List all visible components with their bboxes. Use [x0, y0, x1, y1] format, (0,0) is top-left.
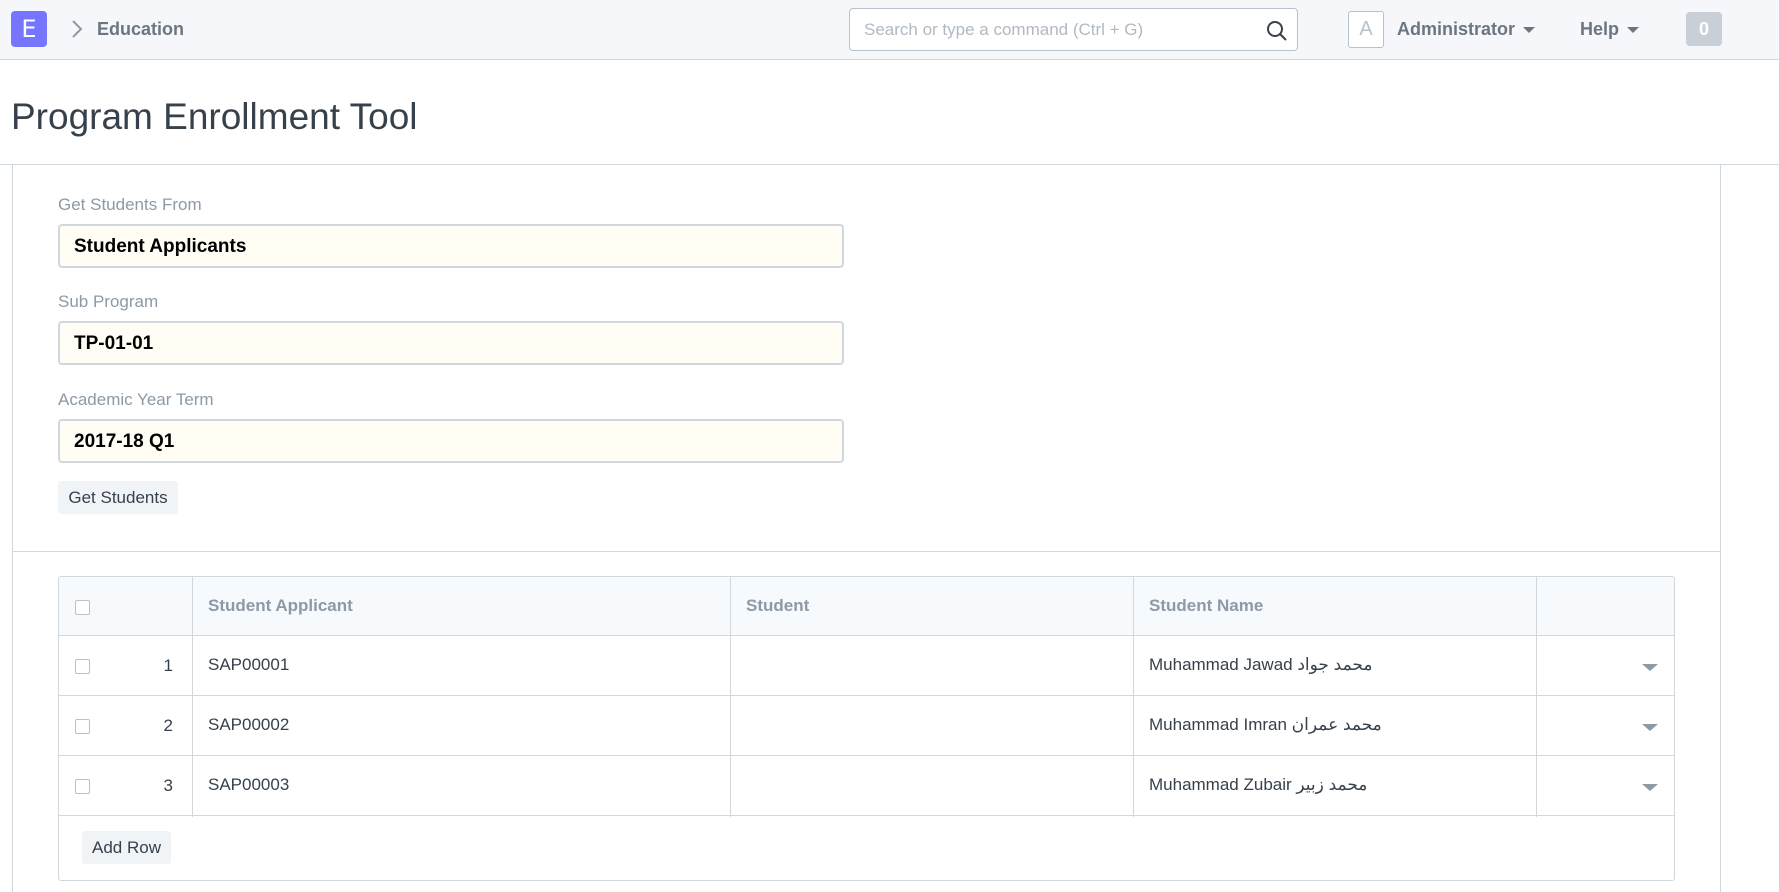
user-menu-label: Administrator	[1397, 19, 1516, 39]
search-box[interactable]	[849, 8, 1298, 51]
get-students-from-value: Student Applicants	[74, 236, 247, 257]
row-checkbox[interactable]	[75, 779, 90, 794]
select-all-checkbox[interactable]	[75, 600, 90, 615]
help-menu-dropdown[interactable]: Help	[1580, 19, 1640, 40]
search-icon[interactable]	[1265, 19, 1289, 43]
add-row-button[interactable]: Add Row	[82, 831, 171, 864]
sub-program-label: Sub Program	[58, 292, 159, 311]
students-grid: Student Applicant Student Student Name 1…	[58, 576, 1675, 881]
academic-year-term-label: Academic Year Term	[58, 390, 214, 409]
column-divider	[192, 577, 193, 817]
row-number: 1	[163, 656, 173, 675]
sub-program-value: TP-01-01	[74, 333, 154, 354]
sub-program-field[interactable]: TP-01-01	[58, 321, 844, 365]
row-checkbox[interactable]	[75, 659, 90, 674]
column-divider	[1536, 577, 1537, 817]
get-students-from-field[interactable]: Student Applicants	[58, 224, 844, 268]
page-title: Program Enrollment Tool	[11, 96, 418, 137]
app-logo[interactable]: E	[11, 11, 47, 47]
cell-student-applicant[interactable]: SAP00003	[208, 775, 289, 795]
user-menu-dropdown[interactable]: Administrator	[1397, 19, 1536, 40]
notification-badge[interactable]: 0	[1686, 12, 1722, 46]
column-divider	[1133, 577, 1134, 817]
row-checkbox[interactable]	[75, 719, 90, 734]
caret-down-icon	[1627, 26, 1640, 33]
cell-student-applicant[interactable]: SAP00001	[208, 655, 289, 675]
breadcrumb-education[interactable]: Education	[97, 19, 184, 40]
header-student-name: Student Name	[1149, 596, 1264, 615]
row-dropdown-icon[interactable]	[1642, 724, 1658, 731]
cell-student-name[interactable]: Muhammad Imran محمد عمران	[1149, 715, 1382, 735]
table-row[interactable]: 2 SAP00002 Muhammad Imran محمد عمران	[59, 696, 1674, 756]
table-row[interactable]: 3 SAP00003 Muhammad Zubair محمد زبير	[59, 756, 1674, 816]
table-row[interactable]: 1 SAP00001 Muhammad Jawad محمد جواد	[59, 636, 1674, 696]
header-student: Student	[746, 596, 810, 615]
row-dropdown-icon[interactable]	[1642, 784, 1658, 791]
cell-student-applicant[interactable]: SAP00002	[208, 715, 289, 735]
page-head: Program Enrollment Tool	[0, 60, 1779, 165]
column-divider	[730, 577, 731, 817]
help-menu-label: Help	[1580, 19, 1620, 39]
search-input[interactable]	[864, 17, 1254, 43]
cell-student-name[interactable]: Muhammad Jawad محمد جواد	[1149, 655, 1372, 675]
section-divider	[12, 551, 1721, 552]
avatar[interactable]: A	[1348, 11, 1384, 48]
row-number: 2	[163, 716, 173, 735]
grid-header: Student Applicant Student Student Name	[59, 577, 1674, 636]
caret-down-icon	[1523, 26, 1536, 33]
get-students-from-label: Get Students From	[58, 195, 202, 214]
chevron-right-icon	[72, 20, 83, 38]
academic-year-term-field[interactable]: 2017-18 Q1	[58, 419, 844, 463]
get-students-button[interactable]: Get Students	[58, 481, 178, 514]
cell-student-name[interactable]: Muhammad Zubair محمد زبير	[1149, 775, 1367, 795]
row-dropdown-icon[interactable]	[1642, 664, 1658, 671]
navbar: E Education A Administrator Help 0	[0, 0, 1779, 60]
row-number: 3	[163, 776, 173, 795]
header-student-applicant: Student Applicant	[208, 596, 353, 615]
academic-year-term-value: 2017-18 Q1	[74, 431, 175, 452]
